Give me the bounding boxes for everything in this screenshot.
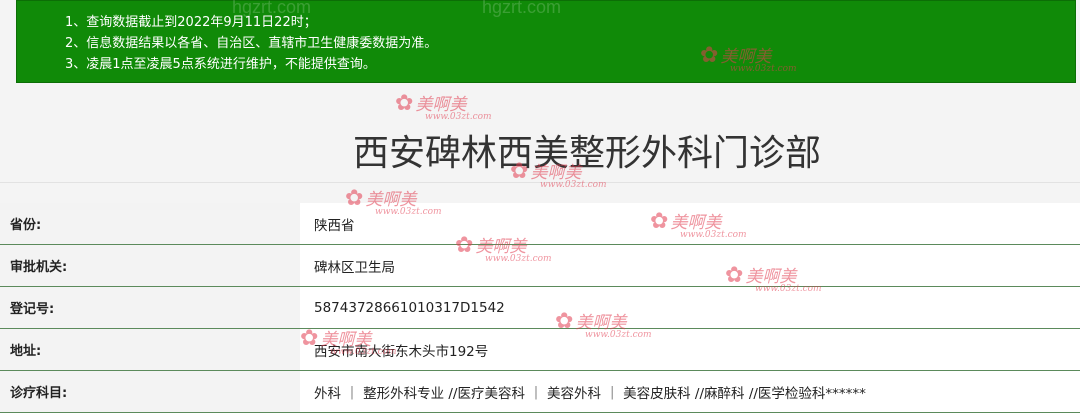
info-table: 省份: 陕西省 审批机关: 碑林区卫生局 登记号: 58743728661010… — [0, 203, 1080, 413]
field-value-registration: 58743728661010317D1542 — [300, 286, 1080, 329]
field-value-address: 西安市南大街东木头市192号 — [300, 328, 1080, 371]
field-value-authority: 碑林区卫生局 — [300, 244, 1080, 287]
field-value-province: 陕西省 — [300, 203, 1080, 245]
title-divider — [0, 182, 1080, 183]
table-row: 地址: 西安市南大街东木头市192号 — [0, 328, 1080, 371]
notice-line: 1、查询数据截止到2022年9月11日22时； — [65, 15, 317, 30]
field-label-address: 地址: — [0, 328, 300, 371]
page-title: 西安碑林西美整形外科门诊部 — [352, 133, 821, 174]
field-value-departments: 外科 ｜ 整形外科专业 //医疗美容科 ｜ 美容外科 ｜ 美容皮肤科 //麻醉科… — [300, 370, 1080, 413]
table-row: 省份: 陕西省 — [0, 203, 1080, 245]
field-label-province: 省份: — [0, 203, 300, 245]
notice-banner: hgzrt.com hgzrt.com 1、查询数据截止到2022年9月11日2… — [16, 0, 1076, 83]
notice-line: 3、凌晨1点至凌晨5点系统进行维护，不能提供查询。 — [65, 57, 376, 72]
table-row: 审批机关: 碑林区卫生局 — [0, 244, 1080, 287]
watermark-text: 美啊美 — [415, 95, 467, 115]
field-label-registration: 登记号: — [0, 286, 300, 329]
table-row: 诊疗科目: 外科 ｜ 整形外科专业 //医疗美容科 ｜ 美容外科 ｜ 美容皮肤科… — [0, 370, 1080, 413]
watermark-url: www.03zt.com — [425, 112, 492, 122]
field-label-departments: 诊疗科目: — [0, 370, 300, 413]
watermark-stamp: ✿ 美啊美 www.03zt.com — [395, 90, 492, 122]
flower-icon: ✿ — [395, 91, 414, 116]
notice-line: 2、信息数据结果以各省、自治区、直辖市卫生健康委数据为准。 — [65, 36, 438, 51]
table-row: 登记号: 58743728661010317D1542 — [0, 286, 1080, 329]
field-label-authority: 审批机关: — [0, 244, 300, 287]
